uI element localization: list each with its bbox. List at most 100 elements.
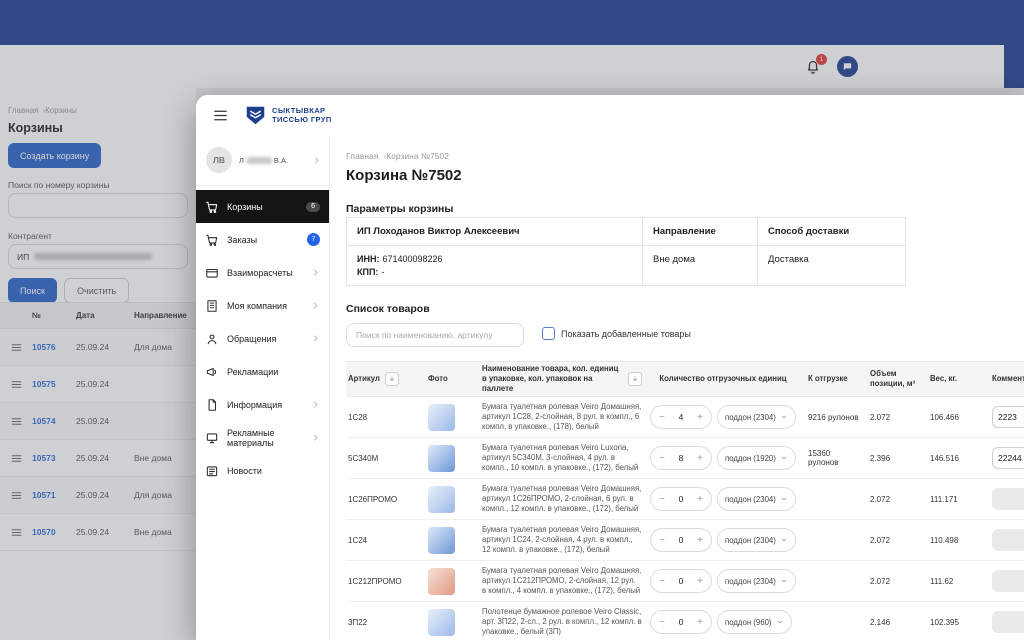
- decrement-button[interactable]: −: [659, 453, 665, 464]
- increment-button[interactable]: +: [697, 617, 703, 628]
- to-ship-value: 9216 рулонов: [808, 412, 859, 422]
- decrement-button[interactable]: −: [659, 535, 665, 546]
- sidebar-item-carts[interactable]: Корзины 6: [196, 190, 329, 223]
- sort-button[interactable]: [385, 372, 399, 386]
- decrement-button[interactable]: −: [659, 412, 665, 423]
- product-row: 1С24 Бумага туалетная ролевая Veiro Дома…: [346, 520, 1024, 561]
- show-added-toggle[interactable]: Показать добавленные товары: [542, 327, 691, 340]
- product-photo[interactable]: [428, 608, 455, 636]
- unit-value: поддон (2304): [725, 494, 776, 504]
- comment-input: [992, 570, 1024, 592]
- sidebar-item-news[interactable]: Новости: [196, 454, 329, 487]
- unit-select[interactable]: поддон (960): [717, 610, 792, 634]
- volume-value: 2.072: [870, 535, 891, 545]
- unit-value: поддон (2304): [725, 535, 776, 545]
- cart-icon: [206, 201, 218, 213]
- menu-toggle-button[interactable]: [212, 107, 229, 124]
- quantity-stepper[interactable]: − 8 +: [650, 446, 712, 470]
- quantity-value: 0: [678, 576, 684, 586]
- unit-value: поддон (2304): [725, 412, 776, 422]
- sort-button[interactable]: [628, 372, 642, 386]
- sidebar-item-information[interactable]: Информация: [196, 388, 329, 421]
- arrow-down-icon: [633, 376, 637, 381]
- sidebar-item-label: Корзины: [227, 201, 263, 212]
- product-article: 1С212ПРОМО: [348, 576, 402, 586]
- sidebar-item-requests[interactable]: Обращения: [196, 322, 329, 355]
- sidebar-item-label: Новости: [227, 465, 262, 476]
- increment-button[interactable]: +: [697, 576, 703, 587]
- building-icon: [207, 299, 217, 312]
- decrement-button[interactable]: −: [659, 617, 665, 628]
- sidebar-item-settlements[interactable]: Взаиморасчеты: [196, 256, 329, 289]
- weight-value: 106.466: [930, 412, 959, 422]
- direction-header: Направление: [643, 218, 758, 246]
- product-row: 1С26ПРОМО Бумага туалетная ролевая Veiro…: [346, 479, 1024, 520]
- company-logo[interactable]: СЫКТЫВКАР ТИССЬЮ ГРУП: [245, 104, 332, 127]
- quantity-stepper[interactable]: − 0 +: [650, 610, 712, 634]
- comment-input: [992, 488, 1024, 510]
- user-name: Л В.А.: [239, 155, 289, 165]
- unit-select[interactable]: поддон (2304): [717, 569, 796, 593]
- breadcrumb-current: Корзина №7502: [383, 151, 449, 161]
- decrement-button[interactable]: −: [659, 576, 665, 587]
- weight-value: 102.395: [930, 617, 959, 627]
- quantity-value: 0: [678, 494, 684, 504]
- comment-input: [992, 611, 1024, 633]
- volume-value: 2.072: [870, 494, 891, 504]
- chevron-right-icon: [314, 401, 318, 408]
- volume-value: 2.396: [870, 453, 891, 463]
- increment-button[interactable]: +: [697, 453, 703, 464]
- unit-select[interactable]: поддон (2304): [717, 528, 796, 552]
- header-weight: Вес, кг.: [930, 374, 958, 384]
- chevron-down-icon: [781, 456, 787, 460]
- header-qty: Количество отгрузочных единиц: [659, 374, 787, 384]
- sidebar-item-my-company[interactable]: Моя компания: [196, 289, 329, 322]
- comment-input[interactable]: [992, 406, 1024, 428]
- product-name: Бумага туалетная ролевая Veiro Домашняя,…: [482, 524, 642, 555]
- show-added-checkbox[interactable]: [542, 327, 555, 340]
- delivery-method-value: Доставка: [768, 254, 809, 265]
- person-icon: [207, 334, 217, 344]
- news-icon: [206, 465, 218, 476]
- unit-select[interactable]: поддон (2304): [717, 405, 796, 429]
- sidebar-item-promo-materials[interactable]: Рекламные материалы: [196, 421, 329, 454]
- unit-select[interactable]: поддон (2304): [717, 487, 796, 511]
- quantity-stepper[interactable]: − 4 +: [650, 405, 712, 429]
- quantity-stepper[interactable]: − 0 +: [650, 569, 712, 593]
- product-photo[interactable]: [428, 444, 455, 472]
- volume-value: 2.146: [870, 617, 891, 627]
- breadcrumb-home[interactable]: Главная: [346, 151, 378, 161]
- cart-params-title: Параметры корзины: [346, 203, 454, 215]
- product-photo[interactable]: [428, 403, 455, 431]
- unit-value: поддон (2304): [725, 576, 776, 586]
- products-table: Артикул Фото Наименование товара, кол. е…: [346, 361, 1024, 640]
- product-name: Бумага туалетная ролевая Veiro Домашняя,…: [482, 565, 642, 596]
- decrement-button[interactable]: −: [659, 494, 665, 505]
- comment-input[interactable]: [992, 447, 1024, 469]
- chevron-right-icon: [314, 335, 318, 342]
- increment-button[interactable]: +: [697, 494, 703, 505]
- product-photo[interactable]: [428, 567, 455, 595]
- increment-button[interactable]: +: [697, 412, 703, 423]
- orders-count-badge: 7: [307, 233, 320, 246]
- wallet-icon: [206, 268, 218, 278]
- chevron-right-icon: [314, 302, 318, 309]
- sidebar-item-orders[interactable]: Заказы 7: [196, 223, 329, 256]
- inn-line: ИНН: 671400098226: [357, 254, 443, 264]
- unit-select[interactable]: поддон (1920): [717, 446, 796, 470]
- chevron-down-icon: [781, 579, 787, 583]
- product-photo[interactable]: [428, 526, 455, 554]
- increment-button[interactable]: +: [697, 535, 703, 546]
- user-menu[interactable]: ЛВ Л В.А.: [196, 135, 329, 186]
- chevron-right-icon: [315, 157, 319, 163]
- client-name: ИП Лоходанов Виктор Алексеевич: [347, 218, 643, 246]
- product-search-input[interactable]: [346, 323, 524, 347]
- quantity-stepper[interactable]: − 0 +: [650, 528, 712, 552]
- product-row: 1С212ПРОМО Бумага туалетная ролевая Veir…: [346, 561, 1024, 602]
- page-title: Корзина №7502: [346, 167, 462, 184]
- sidebar-item-claims[interactable]: Рекламации: [196, 355, 329, 388]
- product-photo[interactable]: [428, 485, 455, 513]
- quantity-stepper[interactable]: − 0 +: [650, 487, 712, 511]
- product-row: 5С340М Бумага туалетная ролевая Veiro Lu…: [346, 438, 1024, 479]
- weight-value: 111.171: [930, 494, 958, 504]
